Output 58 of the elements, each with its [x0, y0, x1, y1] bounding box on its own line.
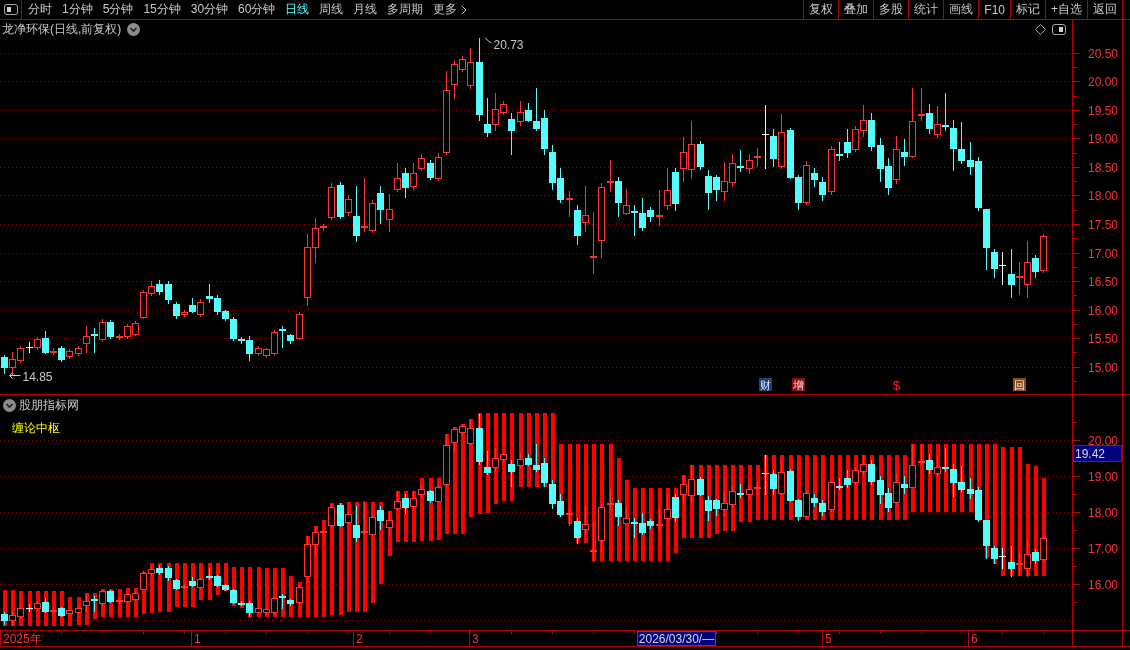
indicator-name: 缠论中枢 [12, 420, 60, 437]
period-tab[interactable]: 周线 [314, 0, 349, 19]
toolbar-button[interactable]: 返回 [1087, 0, 1122, 19]
cursor-date-label: 2026/03/30/— [637, 631, 716, 646]
period-tab[interactable]: 1分钟 [57, 0, 98, 19]
price-axis-label: 17.50 [1088, 218, 1119, 232]
price-axis-label: 18.00 [1088, 189, 1119, 203]
time-axis-label: 5 [825, 632, 832, 646]
toolbar-button[interactable]: F10 [978, 0, 1010, 19]
price-axis-label: 15.50 [1088, 332, 1119, 346]
period-tab[interactable]: 月线 [348, 0, 383, 19]
toolbar-button[interactable]: 画线 [943, 0, 979, 19]
time-axis-label: 2 [356, 632, 363, 646]
time-axis-label: 2025年 [3, 632, 42, 646]
price-axis-label: 17.00 [1088, 542, 1119, 556]
price-axis-label: 16.00 [1088, 304, 1119, 318]
price-axis-label: 18.00 [1088, 506, 1119, 520]
toolbar-button[interactable]: 多股 [873, 0, 909, 19]
price-axis-label: 18.50 [1088, 161, 1119, 175]
price-axis-label: 20.00 [1088, 434, 1119, 448]
chevron-down-icon[interactable] [127, 22, 141, 36]
panel-toggle-icon [3, 4, 18, 15]
price-axis-label: 19.00 [1088, 132, 1119, 146]
diamond-icon[interactable] [1035, 23, 1046, 35]
indicator-source: 股朋指标网 [19, 397, 79, 414]
time-axis-label: 1 [194, 632, 201, 646]
info-marker[interactable]: 增 [792, 378, 805, 391]
price-axis-label: 16.00 [1088, 578, 1119, 592]
toolbar-button[interactable]: 叠加 [838, 0, 874, 19]
stock-title: 龙净环保(日线,前复权) [2, 20, 122, 38]
period-tab[interactable]: 分时 [23, 0, 57, 19]
period-tab[interactable]: 日线 [280, 0, 315, 19]
price-axis-label: 19.50 [1088, 104, 1119, 118]
price-axis-label: 17.00 [1088, 247, 1119, 261]
price-axis-label: 15.00 [1088, 361, 1119, 375]
period-tab[interactable]: 30分钟 [185, 0, 234, 19]
toolbar-button[interactable]: +自选 [1045, 0, 1087, 19]
cursor-price-label: 19.42 [1073, 445, 1122, 462]
info-marker[interactable]: 回 [1013, 378, 1026, 391]
info-marker[interactable]: $ [892, 377, 901, 393]
time-axis-label: 3 [472, 632, 479, 646]
price-axis-label: 16.50 [1088, 275, 1119, 289]
period-tab[interactable]: 更多 [428, 0, 473, 19]
chevron-right-icon [461, 4, 468, 15]
time-axis-label: 6 [971, 632, 978, 646]
toolbar-button[interactable]: 复权 [803, 0, 839, 19]
period-tab[interactable]: 5分钟 [97, 0, 139, 19]
period-tab[interactable]: 多周期 [382, 0, 429, 19]
panel-toggle-icon[interactable] [1052, 23, 1066, 35]
price-axis-label: 20.00 [1088, 75, 1119, 89]
period-tab[interactable]: 60分钟 [233, 0, 281, 19]
price-axis-label: 19.00 [1088, 470, 1119, 484]
toolbar-button[interactable]: 统计 [908, 0, 944, 19]
chevron-down-icon[interactable] [3, 399, 16, 412]
toolbar-button[interactable]: 标记 [1010, 0, 1045, 19]
price-axis-label: 20.50 [1088, 47, 1119, 61]
info-marker[interactable]: 财 [759, 378, 772, 391]
period-tab[interactable]: 15分钟 [138, 0, 186, 19]
